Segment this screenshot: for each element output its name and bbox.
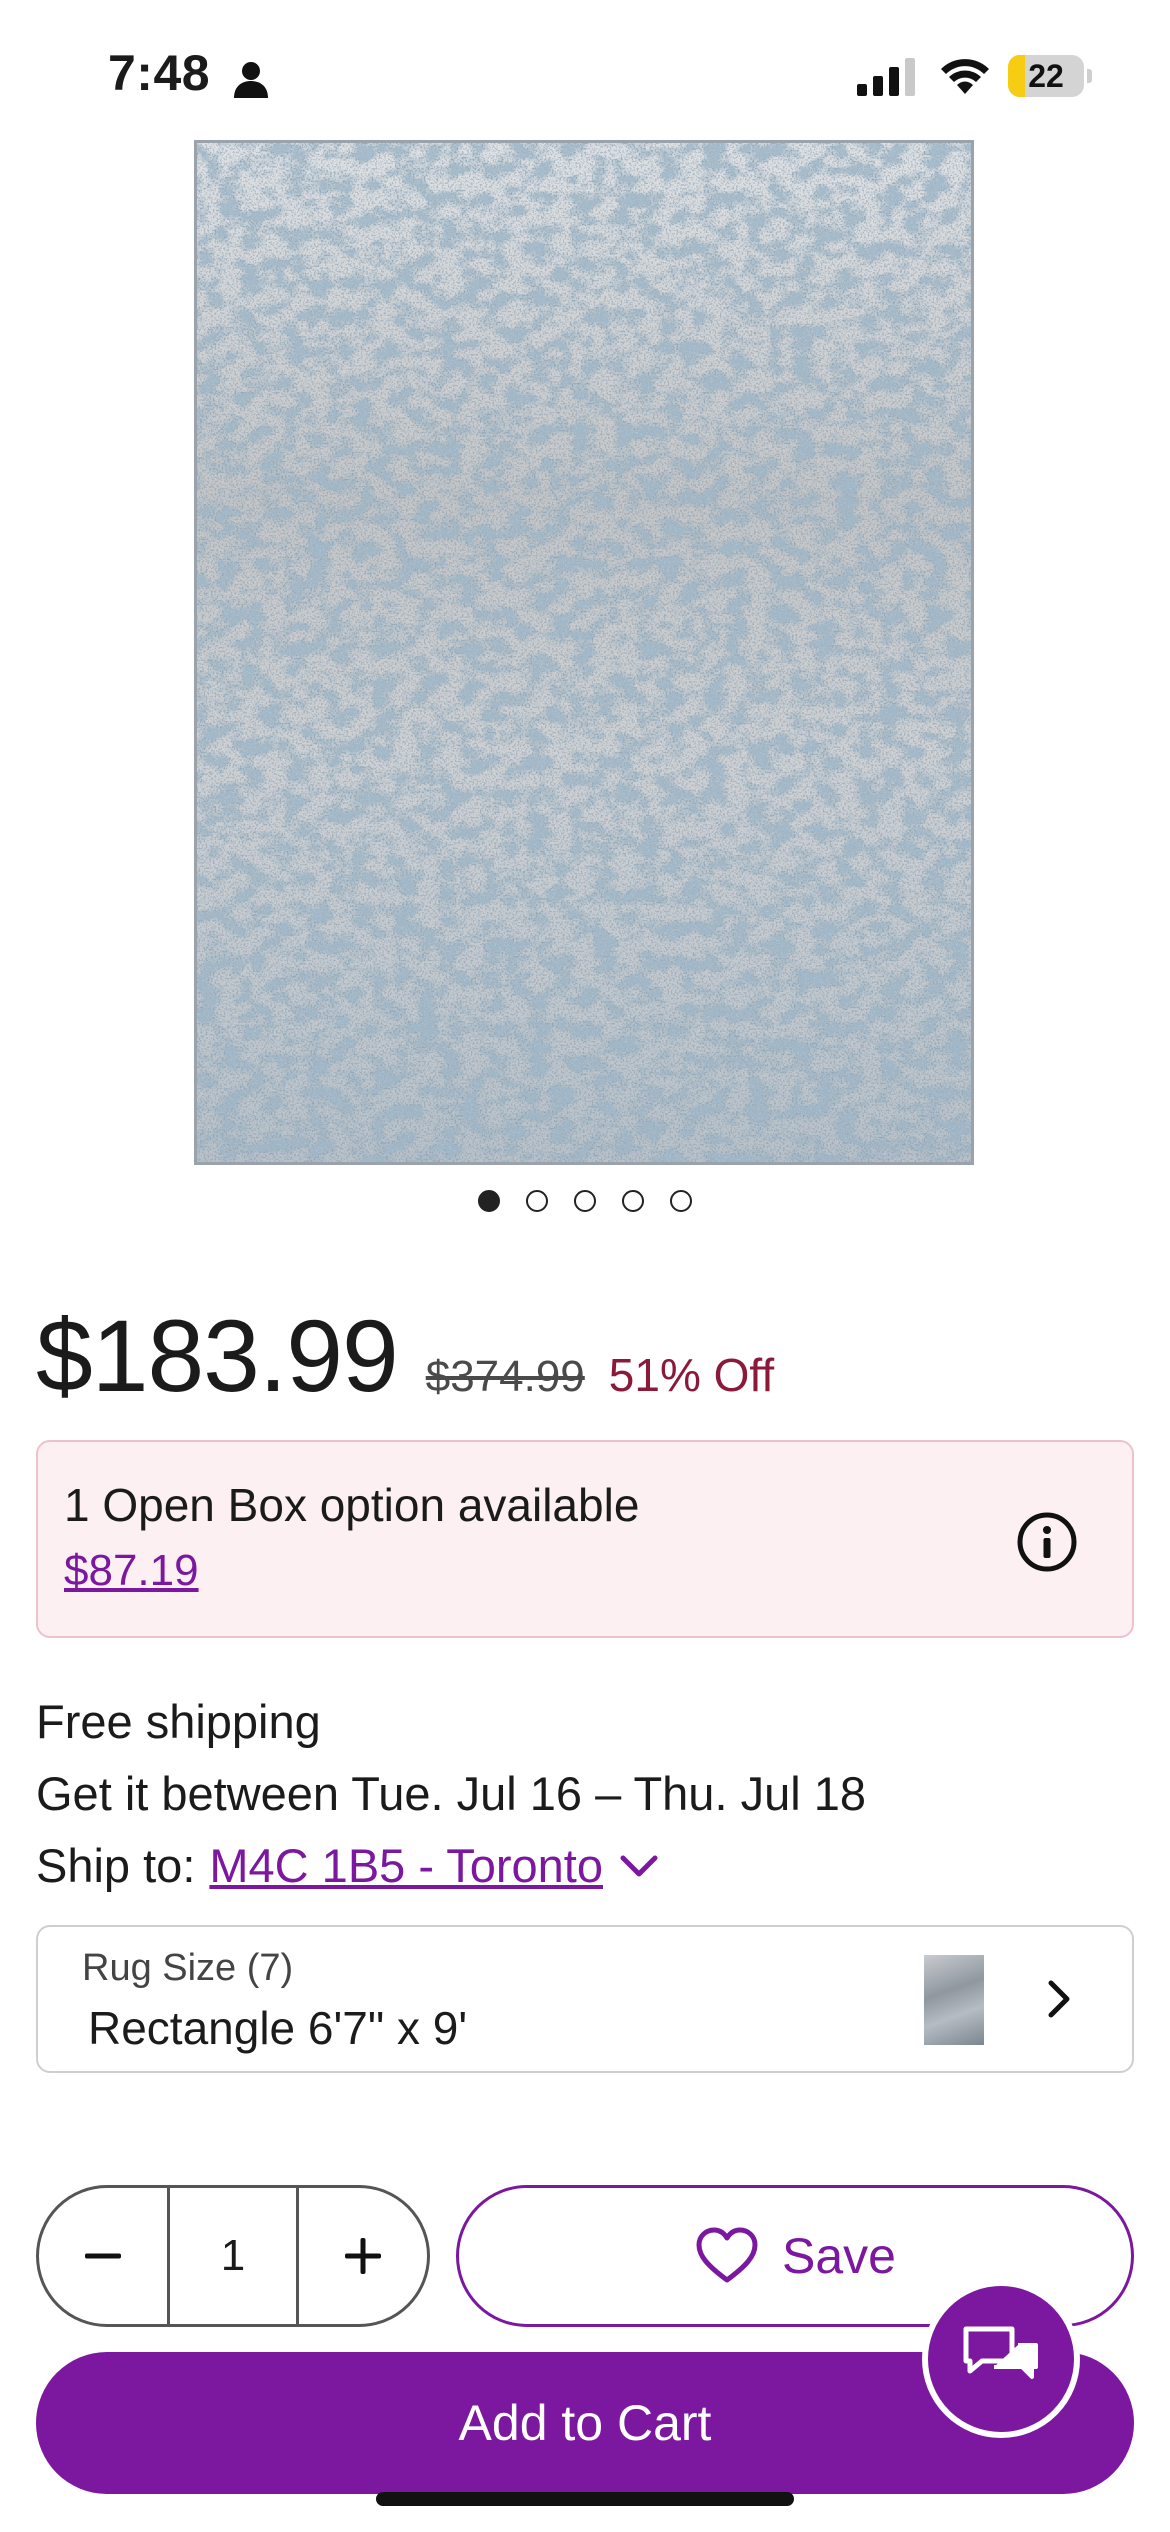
rug-size-label: Rug Size (7) [82,1947,294,1989]
heart-icon [696,2227,758,2283]
quantity-value[interactable]: 1 [167,2188,299,2324]
status-time: 7:48 [108,45,211,101]
open-box-title: 1 Open Box option available [64,1479,640,1531]
increase-quantity-button[interactable] [299,2188,427,2324]
chat-button[interactable] [922,2280,1080,2438]
battery-icon: 22 [1008,55,1092,97]
decrease-quantity-button[interactable] [39,2188,167,2324]
info-icon[interactable] [1015,1510,1079,1574]
ship-to-label: Ship to: [36,1839,196,1892]
chevron-down-icon[interactable] [619,1852,659,1880]
open-box-price-link[interactable]: $87.19 [64,1546,199,1596]
person-icon [234,62,268,98]
chevron-right-icon [1048,1980,1070,2018]
original-price: $374.99 [425,1352,585,1401]
carousel-dot[interactable] [622,1190,644,1212]
rug-size-selector[interactable]: Rug Size (7) Rectangle 6'7" x 9' [36,1925,1134,2073]
save-label: Save [782,2228,896,2284]
product-image[interactable] [194,140,974,1165]
price-row: $183.99 $374.99 51% Off [36,1298,774,1415]
minus-icon [85,2253,121,2259]
delivery-dates-text: Get it between Tue. Jul 16 – Thu. Jul 18 [36,1767,866,1820]
carousel-dot[interactable] [574,1190,596,1212]
product-page: 7:48 22 $183.99 $374.99 51% Off 1 Open B… [0,0,1170,2532]
add-to-cart-label: Add to Cart [458,2395,712,2451]
rug-size-value: Rectangle 6'7" x 9' [88,2002,468,2054]
signal-icon [857,58,915,96]
home-indicator [376,2492,794,2506]
ship-to-row: Ship to: M4C 1B5 - Toronto [36,1838,659,1893]
ship-to-location-link[interactable]: M4C 1B5 - Toronto [209,1838,603,1893]
status-bar: 7:48 22 [0,0,1170,140]
open-box-banner[interactable]: 1 Open Box option available $87.19 [36,1440,1134,1638]
quantity-stepper: 1 [36,2185,430,2327]
plus-icon [345,2238,381,2274]
rug-size-thumbnail [924,1955,984,2045]
chat-icon [963,2326,1038,2379]
current-price: $183.99 [36,1299,399,1413]
discount-label: 51% Off [608,1349,775,1401]
carousel-dot[interactable] [478,1190,500,1212]
carousel-dot[interactable] [526,1190,548,1212]
wifi-icon [941,59,989,94]
free-shipping-text: Free shipping [36,1695,321,1748]
carousel-dot[interactable] [670,1190,692,1212]
carousel-dots [0,1190,1170,1212]
battery-level: 22 [1028,58,1064,94]
